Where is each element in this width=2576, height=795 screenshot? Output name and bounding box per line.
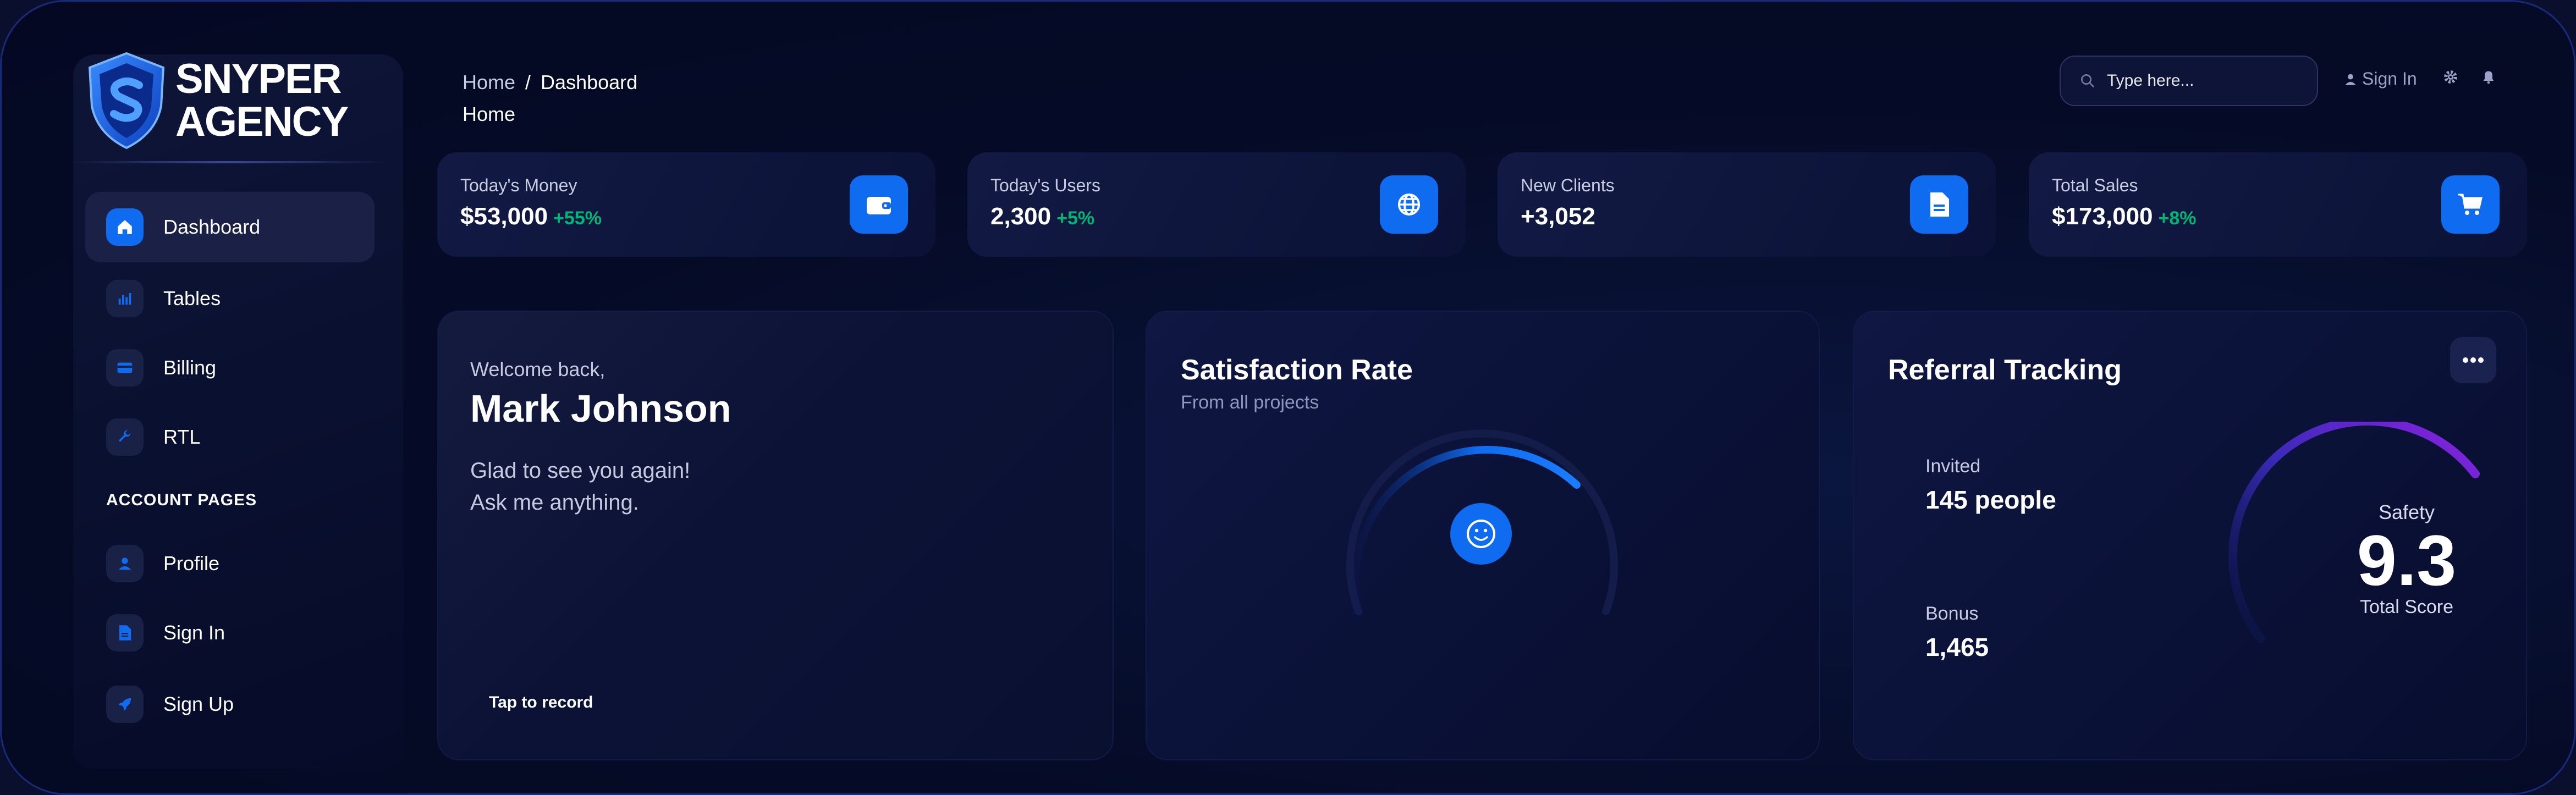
sidebar-item-label: Billing [163,356,217,379]
satisfaction-title: Satisfaction Rate [1181,354,1413,386]
stat-label: New Clients [1521,175,1615,195]
stat-card-users: Today's Users 2,300 +5% [967,152,1466,257]
wrench-icon [106,418,144,456]
user-name: Mark Johnson [470,387,731,430]
breadcrumb-current: Dashboard [541,71,638,93]
rocket-icon [106,686,144,723]
invited-value: 145 people [1925,485,2056,514]
stat-value-text: $53,000 [460,203,548,230]
sidebar-item-label: Sign In [163,621,225,644]
wallet-icon [850,175,908,234]
bar-chart-icon [106,280,144,317]
gauge-readout: Safety 9.3 Total Score [2327,501,2486,618]
satisfaction-subtitle: From all projects [1181,392,1319,413]
notifications-button[interactable] [2481,69,2496,85]
stat-value-text: $173,000 [2052,203,2153,230]
more-options-button[interactable] [2450,337,2496,383]
stat-value: 2,300 +5% [990,203,1094,230]
sidebar-item-label: RTL [163,426,201,448]
more-dots-icon [2463,357,2484,363]
satisfaction-card: Satisfaction Rate From all projects [1146,311,1820,760]
bell-icon [2483,71,2494,84]
stat-card-clients: New Clients +3,052 [1498,152,1996,257]
total-score-value: 9.3 [2357,520,2457,600]
brand-line-2: AGENCY [175,98,349,145]
person-icon [106,545,144,582]
sidebar-item-label: Sign Up [163,693,234,715]
home-icon [106,208,144,246]
brand-name: SNYPER AGENCY [175,56,349,145]
sign-in-link[interactable]: Sign In [2343,69,2417,89]
invited-label: Invited [1925,456,1981,477]
document-icon [106,614,144,652]
sidebar-item-sign-in[interactable]: Sign In [85,598,375,668]
account-pages-heading: ACCOUNT PAGES [106,491,257,509]
stat-change: +5% [1056,208,1095,229]
search-box[interactable] [2060,56,2318,106]
brand-logo[interactable]: SNYPER AGENCY [85,51,349,150]
stat-card-money: Today's Money $53,000 +55% [437,152,935,257]
stat-label: Total Sales [2052,175,2138,195]
sidebar-item-sign-up[interactable]: Sign Up [85,669,375,739]
bonus-label: Bonus [1925,603,1979,624]
smiley-icon [1450,503,1512,565]
welcome-card: Welcome back, Mark Johnson Glad to see y… [437,311,1114,760]
stat-change: +8% [2158,208,2197,229]
shield-logo-icon [88,52,165,150]
stat-value: $173,000 +8% [2052,203,2197,230]
bonus-value: 1,465 [1925,633,1989,661]
stat-card-sales: Total Sales $173,000 +8% [2029,152,2527,257]
stat-value-text: +3,052 [1521,203,1595,230]
breadcrumb-home[interactable]: Home [463,71,515,93]
stat-change: +55% [553,208,602,229]
stat-label: Today's Users [990,175,1100,195]
globe-icon [1380,175,1438,234]
sidebar-item-profile[interactable]: Profile [85,528,375,599]
sidebar-item-label: Tables [163,287,221,310]
breadcrumb-separator: / [525,71,531,93]
sidebar-item-billing[interactable]: Billing [85,333,375,403]
welcome-greeting: Welcome back, [470,358,606,380]
welcome-message: Glad to see you again! Ask me anything. [470,455,690,518]
satisfaction-gauge [1346,429,1618,615]
stat-value: $53,000 +55% [460,203,602,230]
total-score-label: Total Score [2359,597,2454,617]
document-icon [1910,175,1968,234]
settings-button[interactable] [2442,69,2459,85]
welcome-line-2: Ask me anything. [470,490,639,515]
welcome-line-1: Glad to see you again! [470,459,691,483]
referral-title: Referral Tracking [1888,354,2122,386]
tap-to-record-link[interactable]: Tap to record [489,693,593,712]
breadcrumb: Home / Dashboard [463,71,637,94]
app-frame: SNYPER AGENCY Dashboard Tables Billing R… [0,0,2576,795]
stat-value: +3,052 [1521,203,1601,230]
bonus-stat: Bonus 1,465 [1925,603,2184,662]
search-input[interactable] [2106,71,2306,91]
stat-label: Today's Money [460,175,577,195]
cart-icon [2441,175,2500,234]
page-title: Home [463,103,516,125]
person-icon [2345,74,2356,85]
sidebar-item-label: Profile [163,552,220,575]
sidebar-item-tables[interactable]: Tables [85,263,375,334]
stat-value-text: 2,300 [990,203,1052,230]
sidebar-item-label: Dashboard [163,216,261,238]
sidebar-item-rtl[interactable]: RTL [85,402,375,472]
sign-in-label: Sign In [2362,69,2417,89]
referral-card: Referral Tracking Invited 145 people Bon… [1853,311,2527,760]
invited-stat: Invited 145 people [1925,456,2184,515]
gear-icon [2444,70,2457,84]
sidebar-item-dashboard[interactable]: Dashboard [85,192,375,262]
search-icon [2081,74,2095,88]
brand-line-1: SNYPER [175,56,342,102]
credit-card-icon [106,349,144,387]
sidebar-divider [68,161,387,163]
